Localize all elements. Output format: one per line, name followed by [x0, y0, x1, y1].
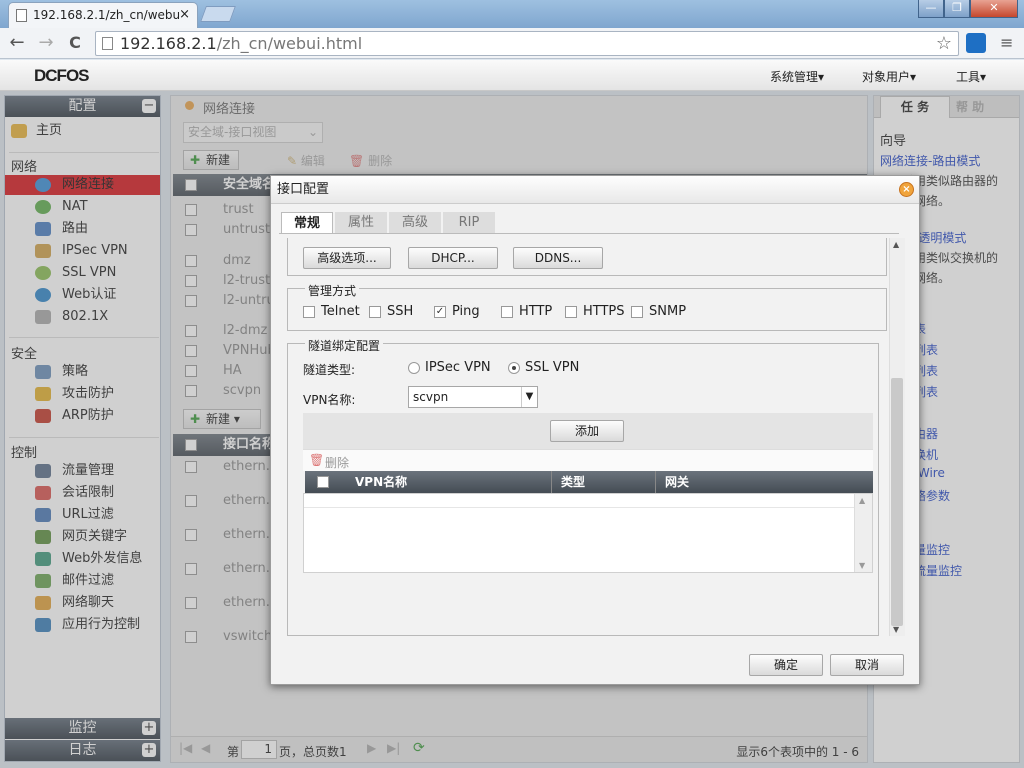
- dhcp-button[interactable]: DHCP...: [408, 247, 498, 269]
- mgmt-checkbox-snmp[interactable]: SNMP: [631, 304, 686, 319]
- advanced-options-button[interactable]: 高级选项...: [303, 247, 391, 269]
- tunnel-legend: 隧道绑定配置: [305, 337, 384, 354]
- tab-properties[interactable]: 属性: [335, 212, 387, 234]
- minimize-button[interactable]: —: [918, 0, 944, 18]
- mgmt-checkbox-ssh[interactable]: SSH: [369, 304, 413, 319]
- close-window-button[interactable]: ✕: [970, 0, 1018, 18]
- menu-tools[interactable]: 工具▾: [956, 68, 986, 85]
- list-toolbar: 🗑 删除: [303, 449, 873, 471]
- cancel-button[interactable]: 取消: [830, 654, 904, 676]
- new-tab-button[interactable]: [200, 6, 236, 22]
- dialog-scrollbar[interactable]: ▲ ▼: [889, 238, 905, 636]
- tab-advanced[interactable]: 高级: [389, 212, 441, 234]
- dialog-body: 高级选项... DHCP... DDNS... 管理方式 隧道绑定配置 隧道类型…: [281, 238, 911, 636]
- tab-close-icon[interactable]: ×: [179, 3, 190, 27]
- maximize-button[interactable]: ❐: [944, 0, 970, 18]
- url-host: 192.168.2.1: [120, 34, 217, 53]
- delete-vpn-button[interactable]: 删除: [325, 454, 349, 471]
- vpn-grid-body: ▲ ▼: [303, 493, 873, 573]
- dialog-title: 接口配置: [271, 176, 919, 204]
- management-legend: 管理方式: [305, 282, 360, 299]
- radio-ssl-vpn[interactable]: SSL VPN: [508, 360, 579, 375]
- interface-config-dialog: 接口配置 × 常规 属性 高级 RIP 高级选项... DHCP... DDNS…: [270, 175, 920, 685]
- menu-system-admin[interactable]: 系统管理▾: [770, 68, 824, 85]
- tunnel-type-label: 隧道类型:: [303, 363, 356, 377]
- chevron-down-icon: ▼: [521, 387, 537, 407]
- browser-menu-icon[interactable]: ≡: [1000, 33, 1016, 52]
- mgmt-checkbox-ping[interactable]: ✓ Ping: [434, 304, 480, 319]
- column-header: VPN名称: [355, 475, 408, 489]
- vpn-name-select[interactable]: scvpn ▼: [408, 386, 538, 408]
- tab-general[interactable]: 常规: [281, 212, 333, 234]
- page-icon: [102, 37, 113, 50]
- forward-icon[interactable]: →: [35, 33, 57, 55]
- bookmark-star-icon[interactable]: ☆: [936, 32, 952, 55]
- mgmt-checkbox-telnet[interactable]: Telnet: [303, 304, 360, 319]
- trash-icon: 🗑: [309, 453, 325, 467]
- browser-tab[interactable]: 192.168.2.1/zh_cn/webu ×: [8, 2, 198, 28]
- ok-button[interactable]: 确定: [749, 654, 823, 676]
- vpn-name-label: VPN名称:: [303, 393, 356, 407]
- address-bar[interactable]: 192.168.2.1/zh_cn/webui.html ☆: [95, 31, 959, 56]
- ddns-button[interactable]: DDNS...: [513, 247, 603, 269]
- grid-scrollbar[interactable]: ▲ ▼: [854, 494, 872, 572]
- page-icon: [16, 9, 27, 22]
- logo: DCFOS: [34, 66, 89, 85]
- mgmt-checkbox-https[interactable]: HTTPS: [565, 304, 625, 319]
- tab-rip[interactable]: RIP: [443, 212, 495, 234]
- url-path: /zh_cn/webui.html: [216, 34, 363, 53]
- vpn-grid-header: VPN名称 类型 网关: [305, 471, 873, 493]
- close-icon[interactable]: ×: [899, 182, 914, 197]
- tab-title: 192.168.2.1/zh_cn/webu: [33, 8, 181, 22]
- back-icon[interactable]: ←: [6, 33, 28, 55]
- radio-ipsec-vpn[interactable]: IPSec VPN: [408, 360, 491, 375]
- mgmt-checkbox-http[interactable]: HTTP: [501, 304, 552, 319]
- column-header: 网关: [665, 475, 690, 489]
- add-button[interactable]: 添加: [550, 420, 624, 442]
- extension-icon[interactable]: [966, 33, 986, 53]
- reload-icon[interactable]: C: [64, 33, 86, 55]
- select-all-checkbox[interactable]: [317, 476, 329, 488]
- menu-object-user[interactable]: 对象用户▾: [862, 68, 916, 85]
- scroll-thumb[interactable]: [891, 378, 903, 626]
- column-header: 类型: [561, 475, 586, 489]
